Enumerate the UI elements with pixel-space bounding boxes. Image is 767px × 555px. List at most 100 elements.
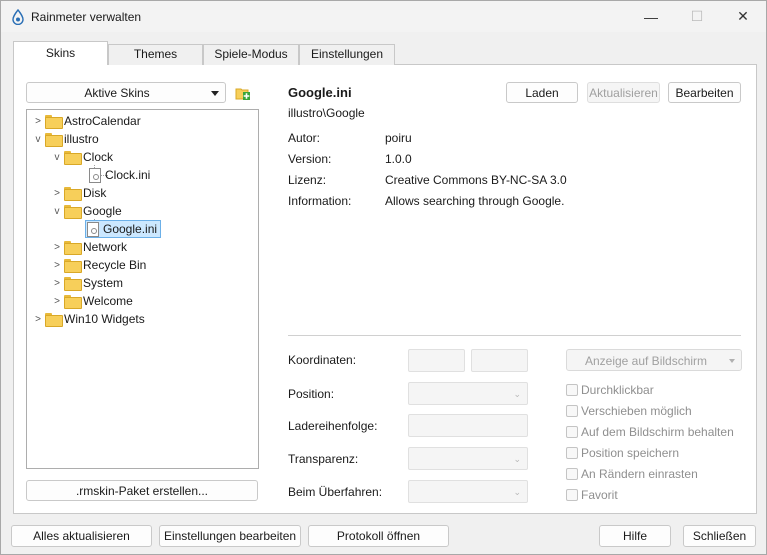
meta-label-version: Version: [288,152,332,166]
load-button[interactable]: Laden [506,82,578,103]
tree-item-google-ini[interactable]: Google.ini [85,220,162,238]
folder-icon [45,133,63,147]
checkbox-box[interactable] [566,426,578,438]
checkbox-label: An Rändern einrasten [581,467,698,481]
position-select[interactable]: ⌄ [408,382,528,405]
tree-item-label: Clock.ini [105,168,151,182]
checkbox-label: Durchklickbar [581,383,654,397]
chevron-right-icon[interactable]: > [50,292,64,310]
meta-label-information: Information: [288,194,352,208]
checkbox-box[interactable] [566,468,578,480]
tree-item-label: Recycle Bin [83,258,147,272]
coordinate-y-field[interactable] [471,349,528,372]
meta-value-version: 1.0.0 [385,152,412,166]
coordinates-label: Koordinaten: [288,353,357,367]
folder-icon [64,259,82,273]
folder-icon [64,205,82,219]
tab-themes[interactable]: Themes [108,44,203,65]
checkbox-click-through[interactable]: Durchklickbar [566,383,654,397]
tree-item-label: illustro [64,132,99,146]
add-folder-icon[interactable] [235,85,251,101]
chevron-right-icon[interactable]: > [50,274,64,292]
checkbox-keep-on-screen[interactable]: Auf dem Bildschirm behalten [566,425,734,439]
close-button[interactable]: Schließen [683,525,756,547]
tree-item-recycle-bin[interactable]: > Recycle Bin [50,256,146,274]
tree-item-illustro[interactable]: v illustro [31,130,99,148]
chevron-right-icon[interactable]: > [31,310,45,328]
chevron-right-icon[interactable]: > [50,184,64,202]
tree-item-label: Network [83,240,128,254]
tab-game-mode[interactable]: Spiele-Modus [203,44,299,65]
tree-item-label: System [83,276,124,290]
folder-icon [64,241,82,255]
skin-path: illustro\Google [288,106,365,120]
skins-tree[interactable]: > AstroCalendar v illustro v Clock Clock… [26,109,259,469]
minimize-button[interactable]: — [628,1,674,32]
tree-item-system[interactable]: > System [50,274,123,292]
skin-name: Google.ini [288,85,352,100]
folder-icon [64,295,82,309]
checkbox-label: Verschieben möglich [581,404,692,418]
chevron-down-icon[interactable]: v [50,148,64,166]
tree-item-network[interactable]: > Network [50,238,127,256]
load-order-field[interactable] [408,414,528,437]
tab-settings[interactable]: Einstellungen [299,44,395,65]
meta-label-author: Autor: [288,131,321,145]
close-window-button[interactable]: ✕ [720,1,766,32]
tree-item-label: Clock [83,150,114,164]
tree-item-label: Win10 Widgets [64,312,145,326]
chevron-down-icon: ⌄ [513,487,521,497]
chevron-down-icon: ⌄ [513,389,521,399]
checkbox-box[interactable] [566,489,578,501]
active-skins-label: Aktive Skins [84,86,150,100]
load-order-label: Ladereihenfolge: [288,419,378,433]
chevron-right-icon[interactable]: > [50,256,64,274]
tree-item-disk[interactable]: > Disk [50,184,106,202]
chevron-down-icon [211,91,219,96]
tree-item-label: Google.ini [103,222,158,236]
checkbox-box[interactable] [566,447,578,459]
maximize-button[interactable]: ☐ [674,1,720,32]
display-monitor-dropdown[interactable]: Anzeige auf Bildschirm [566,349,742,371]
checkbox-draggable[interactable]: Verschieben möglich [566,404,692,418]
tree-item-clock[interactable]: v Clock [50,148,113,166]
active-skins-dropdown[interactable]: Aktive Skins [26,82,226,103]
tree-item-welcome[interactable]: > Welcome [50,292,133,310]
checkbox-box[interactable] [566,405,578,417]
create-rmskin-button[interactable]: .rmskin-Paket erstellen... [26,480,258,501]
checkbox-label: Position speichern [581,446,680,460]
chevron-down-icon[interactable]: v [50,202,64,220]
checkbox-snap-to-edges[interactable]: An Rändern einrasten [566,467,698,481]
checkbox-label: Auf dem Bildschirm behalten [581,425,734,439]
window-title: Rainmeter verwalten [31,10,142,24]
refresh-button[interactable]: Aktualisieren [587,82,660,103]
help-button[interactable]: Hilfe [599,525,671,547]
on-hover-select[interactable]: ⌄ [408,480,528,503]
coordinate-x-field[interactable] [408,349,465,372]
checkbox-favorite[interactable]: Favorit [566,488,618,502]
tree-item-google[interactable]: v Google [50,202,122,220]
position-label: Position: [288,387,335,401]
tab-skins[interactable]: Skins [13,41,108,65]
open-log-button[interactable]: Protokoll öffnen [308,525,449,547]
tree-item-astrocalendar[interactable]: > AstroCalendar [31,112,141,130]
folder-icon [45,313,63,327]
display-monitor-label: Anzeige auf Bildschirm [584,354,708,368]
folder-icon [64,187,82,201]
tree-item-label: Google [83,204,122,218]
checkbox-label: Favorit [581,488,618,502]
edit-button[interactable]: Bearbeiten [668,82,741,103]
edit-settings-button[interactable]: Einstellungen bearbeiten [159,525,301,547]
tree-item-win10-widgets[interactable]: > Win10 Widgets [31,310,145,328]
checkbox-box[interactable] [566,384,578,396]
tree-item-label: Disk [83,186,107,200]
chevron-down-icon [729,359,735,363]
chevron-down-icon[interactable]: v [31,130,45,148]
chevron-right-icon[interactable]: > [31,112,45,130]
transparency-select[interactable]: ⌄ [408,447,528,470]
tree-item-clock-ini[interactable]: Clock.ini [89,166,150,184]
checkbox-save-position[interactable]: Position speichern [566,446,679,460]
chevron-right-icon[interactable]: > [50,238,64,256]
refresh-all-button[interactable]: Alles aktualisieren [11,525,152,547]
meta-value-author: poiru [385,131,412,145]
